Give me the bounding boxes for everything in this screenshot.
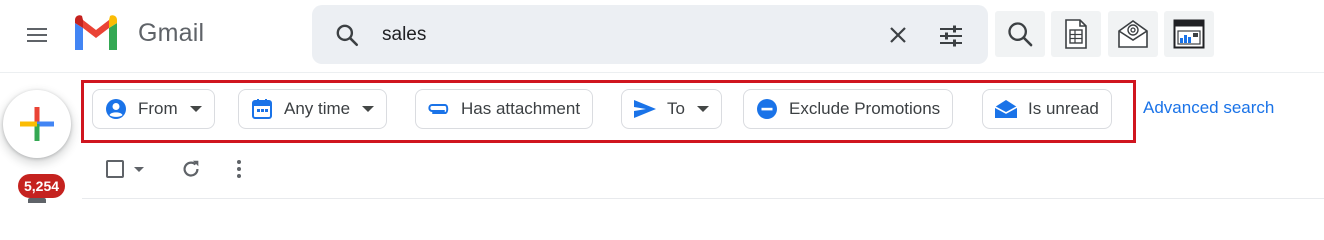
chevron-down-icon — [362, 106, 375, 112]
extension-search-button[interactable] — [995, 11, 1045, 57]
filter-chip-label: Any time — [284, 99, 351, 118]
search-options-button[interactable] — [936, 21, 966, 51]
gmail-logo[interactable]: Gmail — [72, 14, 204, 52]
chevron-down-icon[interactable] — [134, 166, 144, 172]
refresh-icon — [183, 160, 199, 177]
more-options-button[interactable] — [222, 152, 256, 186]
search-input[interactable] — [382, 22, 862, 48]
main-menu-button[interactable] — [17, 15, 57, 55]
app-name: Gmail — [138, 18, 205, 47]
filter-chip-label: Exclude Promotions — [789, 99, 941, 118]
tune-icon — [940, 25, 962, 47]
select-all-control[interactable] — [100, 152, 150, 186]
clear-search-button[interactable] — [884, 21, 912, 49]
filter-chip-label: Has attachment — [461, 99, 581, 118]
extension-sheet-button[interactable] — [1051, 11, 1101, 57]
search-icon[interactable] — [334, 22, 360, 48]
inbox-unread-badge: 5,254 — [18, 174, 66, 198]
dashboard-icon — [1173, 19, 1205, 49]
person-icon — [104, 97, 128, 121]
minus-circle-icon — [755, 97, 779, 121]
hamburger-menu-icon — [27, 28, 47, 42]
send-icon — [633, 97, 657, 121]
filter-chip-label: From — [138, 99, 178, 118]
filter-chip-label: To — [667, 99, 685, 118]
inbox-icon — [28, 198, 46, 203]
compose-button[interactable] — [3, 90, 71, 158]
extension-dashboard-button[interactable] — [1164, 11, 1214, 57]
spreadsheet-icon — [1065, 19, 1087, 49]
advanced-search-link[interactable]: Advanced search — [1143, 98, 1274, 118]
select-checkbox[interactable] — [106, 160, 124, 178]
filter-chip-is-unread[interactable]: Is unread — [982, 89, 1112, 129]
plus-icon — [20, 107, 54, 141]
search-icon — [1008, 22, 1033, 47]
refresh-button[interactable] — [174, 152, 208, 186]
filter-chip-exclude-promotions[interactable]: Exclude Promotions — [743, 89, 954, 129]
more-vert-icon — [237, 160, 241, 178]
chevron-down-icon — [189, 106, 202, 112]
paperclip-icon — [427, 97, 451, 121]
filter-chip-any-time[interactable]: Any time — [238, 89, 388, 129]
envelope-icon — [994, 97, 1018, 121]
close-icon — [890, 27, 906, 43]
toolbar-divider — [82, 198, 1324, 199]
email-at-icon — [1118, 20, 1148, 48]
filter-chip-to[interactable]: To — [621, 89, 722, 129]
filter-chip-from[interactable]: From — [92, 89, 215, 129]
gmail-m-icon — [75, 15, 117, 50]
header-divider — [0, 72, 1324, 73]
chevron-down-icon — [696, 106, 709, 112]
search-bar[interactable] — [312, 5, 988, 64]
extension-email-button[interactable] — [1108, 11, 1158, 57]
filter-chip-has-attachment[interactable]: Has attachment — [415, 89, 594, 129]
filter-chip-label: Is unread — [1028, 99, 1099, 118]
calendar-icon — [250, 97, 274, 121]
